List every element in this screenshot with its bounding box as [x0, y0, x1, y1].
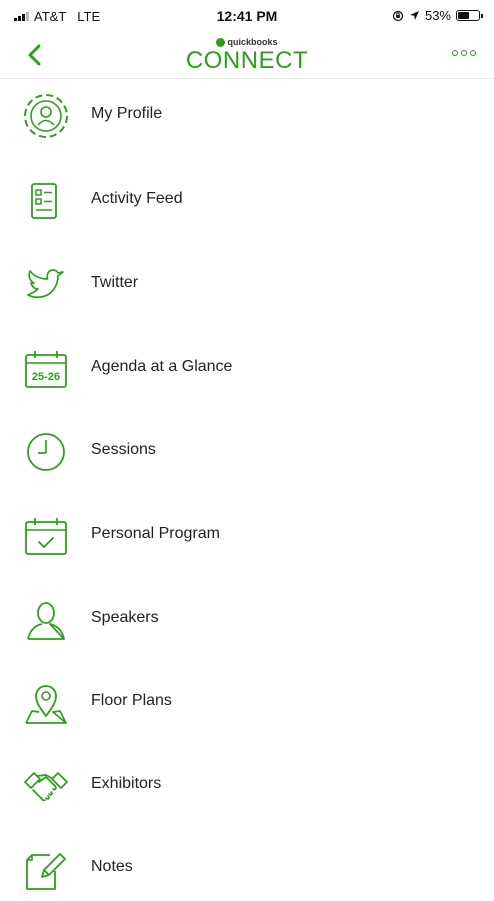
menu-item-agenda-at-a-glance[interactable]: 25-26 Agenda at a Glance: [0, 337, 494, 401]
nav-bar: quickbooks CONNECT: [0, 34, 494, 79]
menu-item-notes[interactable]: Notes: [0, 837, 494, 901]
menu-item-label: Twitter: [91, 274, 139, 291]
orientation-lock-icon: [392, 10, 404, 21]
menu-item-label: Sessions: [91, 441, 156, 458]
menu-item-twitter[interactable]: Twitter: [0, 253, 494, 317]
notes-icon: [22, 845, 70, 893]
brand-small-text: quickbooks: [227, 37, 278, 47]
menu-item-personal-program[interactable]: Personal Program: [0, 504, 494, 568]
menu-item-floor-plans[interactable]: Floor Plans: [0, 671, 494, 735]
app-logo: quickbooks CONNECT: [0, 36, 494, 74]
menu-item-label: Agenda at a Glance: [91, 358, 233, 375]
person-icon: [22, 596, 70, 644]
profile-icon: [22, 92, 70, 140]
map-pin-icon: [22, 679, 70, 727]
menu-item-label: Speakers: [91, 609, 159, 626]
menu-item-my-profile[interactable]: My Profile: [0, 84, 494, 148]
battery-icon: [456, 10, 483, 21]
status-bar: AT&T LTE 12:41 PM 53%: [0, 0, 494, 34]
menu-item-label: Floor Plans: [91, 692, 172, 709]
menu-item-label: Personal Program: [91, 525, 220, 542]
calendar-icon-text: 25-26: [32, 371, 60, 383]
twitter-icon: [22, 261, 70, 309]
calendar-icon: 25-26: [22, 345, 70, 393]
activity-feed-icon: [22, 177, 70, 225]
menu-item-exhibitors[interactable]: Exhibitors: [0, 754, 494, 818]
location-icon: [409, 11, 419, 20]
more-dot-icon: [452, 50, 458, 56]
menu-item-sessions[interactable]: Sessions: [0, 420, 494, 484]
calendar-check-icon: [22, 512, 70, 560]
status-right: 53%: [392, 8, 483, 23]
menu-item-label: Activity Feed: [91, 190, 183, 207]
clock-icon: [22, 428, 70, 476]
battery-percent: 53%: [424, 8, 451, 23]
more-dot-icon: [470, 50, 476, 56]
menu-item-speakers[interactable]: Speakers: [0, 588, 494, 652]
quickbooks-logo-icon: [216, 37, 226, 47]
more-dot-icon: [461, 50, 467, 56]
menu-item-label: Exhibitors: [91, 775, 162, 792]
handshake-icon: [22, 762, 70, 810]
menu-item-label: Notes: [91, 858, 133, 875]
menu-item-label: My Profile: [91, 105, 163, 122]
more-options-button[interactable]: [452, 50, 476, 56]
menu-item-activity-feed[interactable]: Activity Feed: [0, 169, 494, 233]
brand-title: CONNECT: [185, 47, 309, 74]
